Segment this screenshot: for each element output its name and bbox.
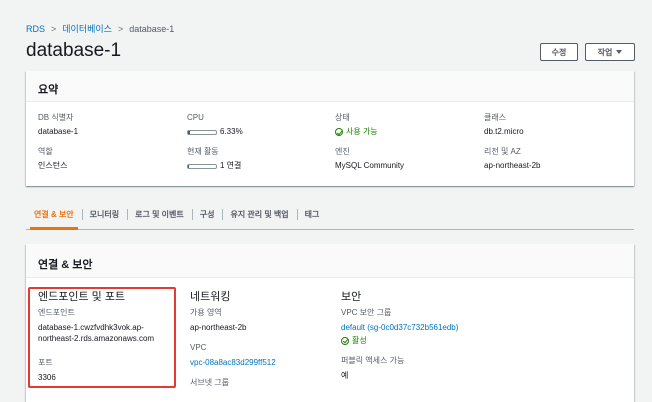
security-column: VPC 보안 그룹 default (sg-0c0d37c732b561edb)… — [341, 308, 511, 391]
cpu-label: CPU — [187, 113, 204, 122]
security-group-status-row: 활성 — [341, 335, 511, 346]
tab-connectivity-security[interactable]: 연결 & 보안 — [26, 200, 82, 230]
breadcrumb-current: database-1 — [129, 23, 175, 34]
region-value: ap-northeast-2b — [484, 161, 541, 170]
vpc-label: VPC — [190, 343, 207, 352]
activity-meter-fill — [188, 164, 190, 168]
az-label: 가용 영역 — [190, 308, 222, 317]
activity-value-row: 1 연결 — [187, 161, 327, 171]
activity-label: 현재 활동 — [187, 147, 219, 156]
networking-column: 가용 영역 ap-northeast-2b VPC vpc-08a8ac83d2… — [190, 308, 335, 398]
engine-value: MySQL Community — [335, 161, 405, 170]
class-value: db.t2.micro — [484, 127, 524, 136]
region-label: 리전 및 AZ — [484, 147, 521, 156]
cpu-value: 6.33% — [220, 127, 243, 136]
breadcrumb-databases-link[interactable]: 데이터베이스 — [62, 22, 112, 35]
security-section-title: 보안 — [341, 291, 362, 303]
connectivity-title: 연결 & 보안 — [38, 259, 93, 271]
tab-maintenance-backups[interactable]: 유지 관리 및 백업 — [222, 200, 296, 229]
vpc-link[interactable]: vpc-08a8ac83d299ff512 — [190, 357, 335, 368]
cpu-meter-fill — [188, 130, 190, 134]
breadcrumb-separator: > — [117, 23, 124, 34]
breadcrumb-separator: > — [51, 23, 57, 34]
status-value-row: 사용 가능 — [335, 127, 475, 137]
engine-label: 엔진 — [335, 147, 350, 156]
summary-col-status: 상태 사용 가능 엔진 MySQL Community — [335, 113, 475, 181]
summary-header: 요약 — [26, 71, 634, 102]
role-value: 인스턴스 — [38, 161, 68, 170]
az-value: ap-northeast-2b — [190, 323, 247, 332]
check-circle-icon — [335, 128, 343, 136]
cpu-value-row: 6.33% — [187, 127, 327, 137]
tab-tags[interactable]: 태그 — [296, 200, 328, 229]
db-identifier-value: database-1 — [38, 127, 79, 136]
breadcrumb: RDS > 데이터베이스 > database-1 — [26, 22, 174, 35]
tab-logs-events[interactable]: 로그 및 이벤트 — [127, 200, 192, 229]
tab-configuration[interactable]: 구성 — [191, 200, 223, 229]
check-circle-icon — [341, 336, 349, 345]
connectivity-header: 연결 & 보안 — [26, 244, 634, 278]
activity-value: 1 연결 — [220, 161, 242, 170]
security-group-link[interactable]: default (sg-0c0d37c732b561edb) — [341, 322, 511, 333]
caret-down-icon — [616, 50, 623, 54]
security-group-label: VPC 보안 그룹 — [341, 308, 392, 317]
breadcrumb-rds-link[interactable]: RDS — [26, 24, 45, 34]
detail-tabs: 연결 & 보안 모니터링 로그 및 이벤트 구성 유지 관리 및 백업 태그 — [26, 200, 634, 230]
public-access-label: 퍼블릭 액세스 가능 — [341, 356, 405, 365]
status-value: 사용 가능 — [346, 127, 378, 136]
page-title: database-1 — [26, 40, 122, 61]
security-group-status: 활성 — [352, 336, 367, 345]
db-identifier-label: DB 식별자 — [38, 113, 74, 122]
summary-title: 요약 — [38, 84, 59, 96]
role-label: 역할 — [38, 147, 53, 156]
edit-button[interactable]: 수정 — [540, 43, 578, 61]
public-access-value: 예 — [341, 371, 349, 380]
summary-col-cpu: CPU 6.33% 현재 활동 1 연결 — [187, 113, 327, 181]
status-label: 상태 — [335, 113, 350, 122]
class-label: 클래스 — [484, 113, 507, 122]
summary-panel: 요약 DB 식별자 database-1 역할 인스턴스 CPU 6.33% 현… — [26, 71, 634, 186]
edit-button-label: 수정 — [551, 47, 567, 57]
cpu-meter — [187, 129, 217, 135]
networking-section-title: 네트워킹 — [190, 291, 231, 303]
summary-col-class: 클래스 db.t2.micro 리전 및 AZ ap-northeast-2b — [484, 113, 624, 181]
subnet-group-label: 서브넷 그룹 — [190, 378, 230, 387]
actions-button-label: 작업 — [597, 47, 613, 57]
tab-monitoring[interactable]: 모니터링 — [81, 200, 127, 229]
actions-button[interactable]: 작업 — [585, 43, 635, 61]
summary-col-identifier: DB 식별자 database-1 역할 인스턴스 — [38, 113, 178, 181]
activity-meter — [187, 163, 217, 169]
endpoint-highlight-box — [28, 287, 176, 388]
